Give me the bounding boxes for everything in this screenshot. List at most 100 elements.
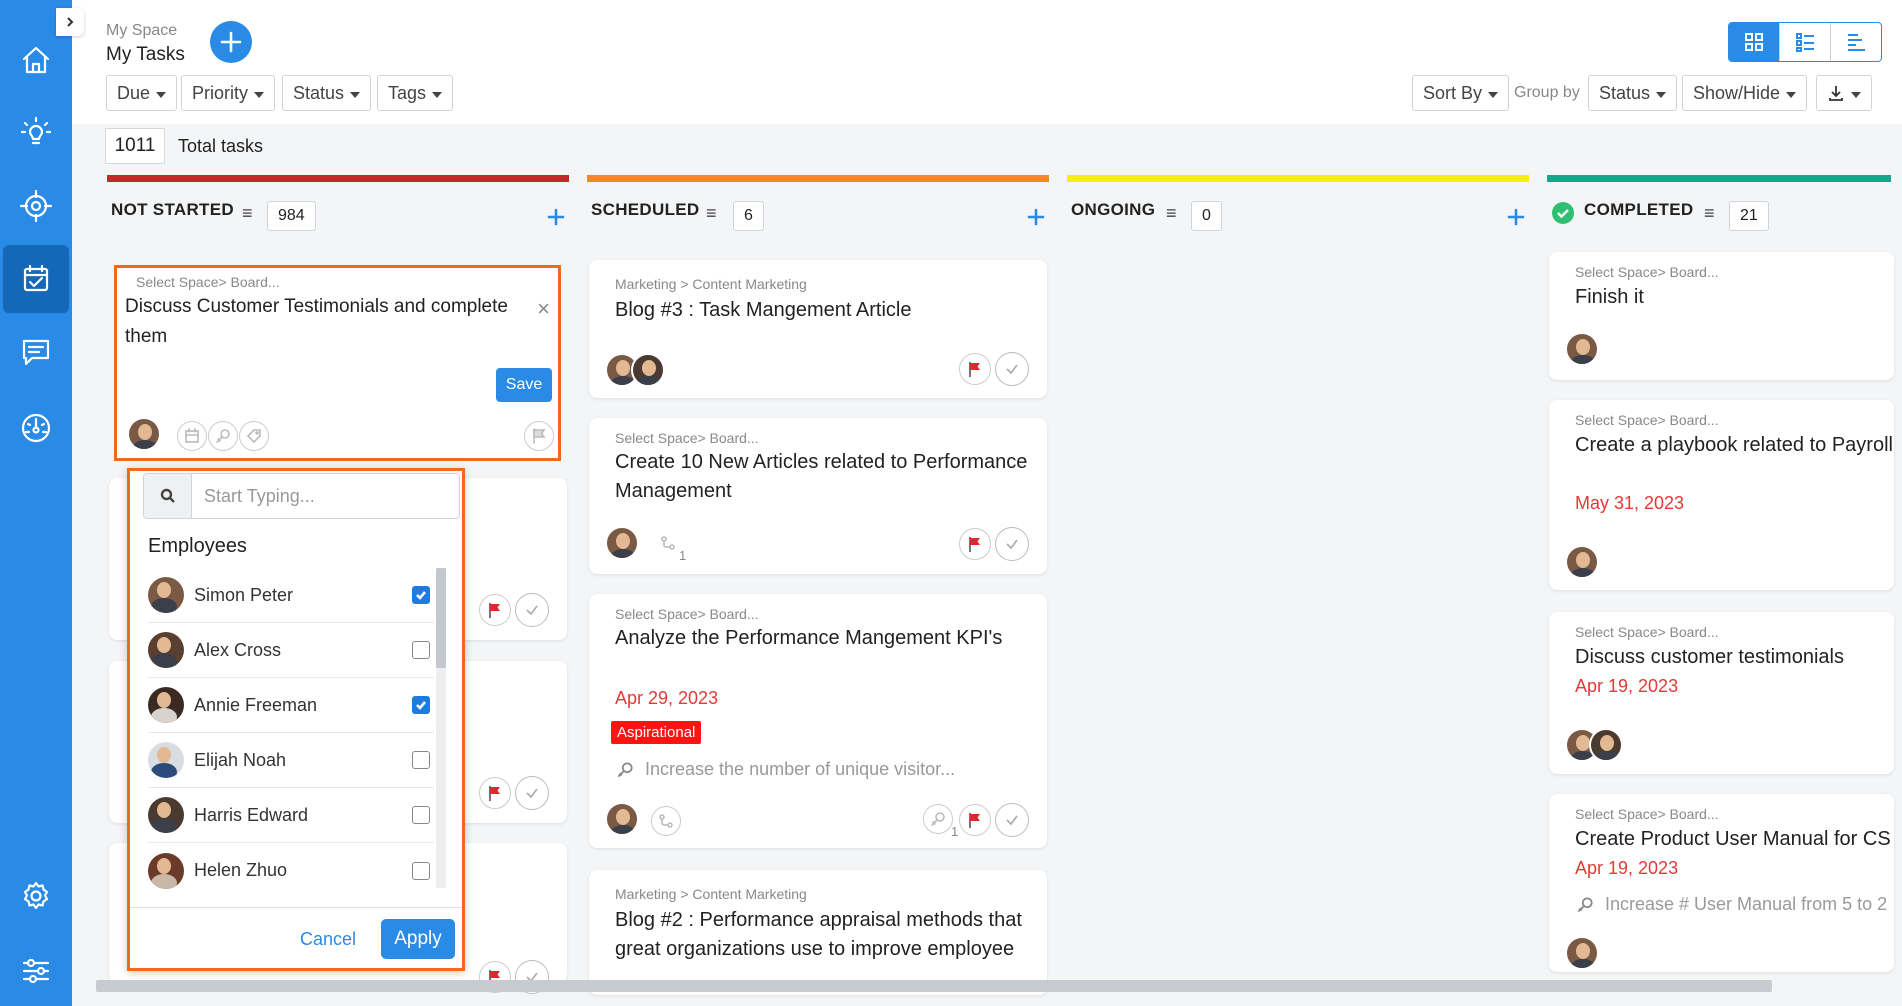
horizontal-scrollbar[interactable] [96, 980, 1772, 992]
collapse-icon[interactable]: ≡ [242, 203, 253, 224]
group-by-dropdown[interactable]: Status [1588, 75, 1678, 111]
save-button[interactable]: Save [496, 368, 552, 402]
chat-icon[interactable] [0, 318, 72, 386]
task-card[interactable]: Marketing > Content Marketing Blog #3 : … [589, 260, 1047, 398]
avatar [148, 632, 184, 668]
task-name-input-line1[interactable]: Discuss Customer Testimonials and comple… [125, 292, 508, 322]
employee-option[interactable]: Alex Cross [148, 623, 434, 678]
key-result-link[interactable]: Increase the number of unique visitor... [615, 759, 955, 780]
employee-name: Annie Freeman [194, 694, 318, 715]
key-result-icon [1577, 896, 1593, 912]
employee-name: Alex Cross [194, 639, 282, 660]
collapse-icon[interactable]: ≡ [706, 203, 717, 224]
employee-checkbox[interactable] [412, 861, 430, 880]
caret-down-icon [350, 91, 361, 98]
space-board-selector[interactable]: Select Space> Board... [136, 274, 280, 290]
avatar[interactable] [605, 526, 639, 560]
avatar[interactable] [1565, 332, 1599, 366]
task-name-input-line2[interactable]: them [125, 322, 167, 352]
tasks-icon[interactable] [3, 245, 69, 313]
task-card[interactable]: Marketing > Content Marketing Blog #2 : … [589, 870, 1047, 995]
priority-flag-button[interactable] [959, 528, 991, 560]
employee-checkbox[interactable] [412, 751, 430, 769]
complete-button[interactable] [995, 352, 1029, 386]
target-icon[interactable] [0, 172, 72, 240]
priority-flag-button[interactable] [959, 353, 991, 385]
avatar[interactable] [605, 802, 639, 836]
key-result-link[interactable]: Increase # User Manual from 5 to 2 [1575, 894, 1887, 915]
employee-option[interactable]: Annie Freeman [148, 678, 434, 733]
avatar [148, 577, 184, 613]
column-bar-scheduled [587, 175, 1049, 182]
filter-priority[interactable]: Priority [181, 75, 276, 111]
filter-tags[interactable]: Tags [377, 75, 454, 111]
task-card[interactable]: Select Space> Board... Analyze the Perfo… [589, 594, 1047, 848]
tag-icon[interactable] [239, 421, 269, 451]
gantt-view-icon [1848, 34, 1865, 51]
employee-checkbox[interactable] [412, 586, 430, 604]
avatar[interactable] [127, 417, 161, 451]
employee-checkbox[interactable] [412, 696, 430, 714]
sidebar-toggle-button[interactable] [56, 8, 84, 36]
task-card[interactable]: Select Space> Board... Discuss customer … [1549, 612, 1894, 774]
priority-flag-button[interactable] [479, 777, 511, 809]
avatar[interactable] [1589, 728, 1623, 762]
export-dropdown[interactable] [1816, 75, 1872, 111]
home-icon[interactable] [0, 26, 72, 94]
priority-flag-button[interactable] [479, 594, 511, 626]
employee-option[interactable]: Elijah Noah [148, 733, 434, 788]
sliders-icon[interactable] [0, 937, 72, 1005]
cancel-button[interactable]: Cancel [300, 929, 356, 950]
add-task-scheduled-button[interactable] [1025, 206, 1047, 228]
show-hide-dropdown[interactable]: Show/Hide [1682, 75, 1808, 111]
complete-button[interactable] [515, 593, 549, 627]
avatar[interactable] [1565, 545, 1599, 579]
collapse-icon[interactable]: ≡ [1166, 203, 1177, 224]
apply-button[interactable]: Apply [381, 919, 455, 959]
complete-button[interactable] [995, 527, 1029, 561]
settings-icon[interactable] [0, 862, 72, 930]
subtask-icon[interactable] [651, 806, 681, 836]
add-task-ongoing-button[interactable] [1505, 206, 1527, 228]
task-card[interactable]: Select Space> Board... Finish it [1549, 252, 1894, 380]
key-result-icon[interactable] [208, 421, 238, 451]
avatar[interactable] [1565, 936, 1599, 970]
filter-status[interactable]: Status [282, 75, 372, 111]
check-icon [1006, 815, 1018, 826]
breadcrumb-parent[interactable]: My Space [106, 22, 177, 40]
add-task-button[interactable] [210, 21, 252, 63]
check-icon [416, 591, 426, 600]
employee-checkbox[interactable] [412, 641, 430, 659]
employee-search-input[interactable] [192, 485, 452, 507]
dashboard-icon[interactable] [0, 394, 72, 462]
employee-option[interactable]: Helen Zhuo [148, 843, 434, 898]
sidebar [0, 0, 72, 1006]
gantt-view-button[interactable] [1831, 23, 1881, 61]
lightbulb-icon[interactable] [0, 98, 72, 166]
task-card[interactable]: Select Space> Board... Create a playbook… [1549, 400, 1894, 590]
employee-option[interactable]: Harris Edward [148, 788, 434, 843]
close-icon[interactable]: × [537, 296, 550, 322]
avatar[interactable] [631, 353, 665, 387]
collapse-icon[interactable]: ≡ [1704, 203, 1715, 224]
flag-icon[interactable] [524, 421, 554, 451]
board-view-button[interactable] [1729, 23, 1780, 61]
sort-by-dropdown[interactable]: Sort By [1412, 75, 1510, 111]
complete-button[interactable] [515, 776, 549, 810]
calendar-icon[interactable] [177, 421, 207, 451]
add-task-not-started-button[interactable] [545, 206, 567, 228]
scrollbar-thumb[interactable] [436, 568, 446, 668]
page-title: My Tasks [106, 44, 185, 65]
scrollbar[interactable] [436, 568, 446, 888]
view-toggle [1728, 22, 1882, 62]
list-view-button[interactable] [1780, 23, 1831, 61]
key-result-icon[interactable] [923, 804, 953, 834]
card-title: Finish it [1575, 286, 1644, 308]
priority-flag-button[interactable] [959, 804, 991, 836]
task-card[interactable]: Select Space> Board... Create 10 New Art… [589, 418, 1047, 574]
employee-checkbox[interactable] [412, 806, 430, 824]
task-card[interactable]: Select Space> Board... Create Product Us… [1549, 794, 1894, 972]
employee-option[interactable]: Simon Peter [148, 568, 434, 623]
filter-due[interactable]: Due [106, 75, 178, 111]
complete-button[interactable] [995, 803, 1029, 837]
